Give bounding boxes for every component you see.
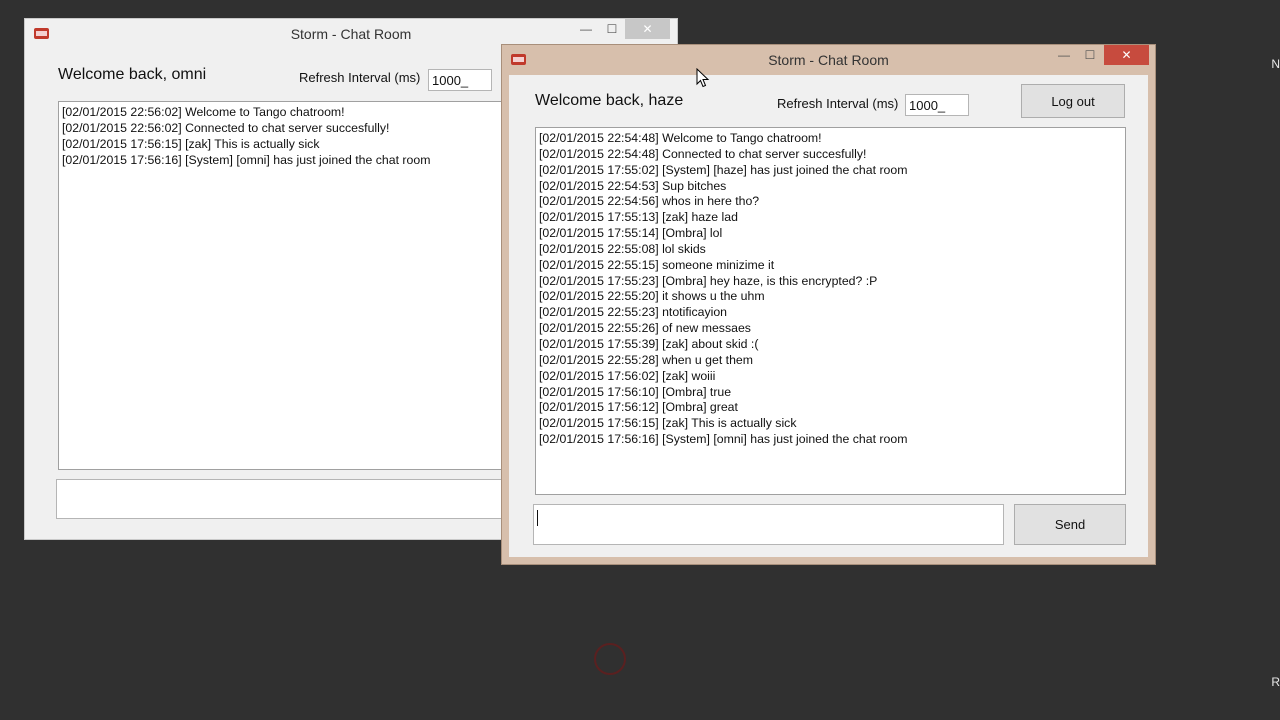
chat-window-haze[interactable]: Storm - Chat Room — ☐ ✕ Welcome back, ha… bbox=[501, 44, 1156, 565]
message-input[interactable] bbox=[533, 504, 1004, 545]
chat-message: [02/01/2015 22:54:53] Sup bitches bbox=[539, 178, 727, 193]
chat-message: [02/01/2015 17:56:16] [System] [omni] ha… bbox=[62, 152, 431, 167]
chat-log[interactable]: [02/01/2015 22:54:48] Welcome to Tango c… bbox=[535, 127, 1126, 495]
chat-message: [02/01/2015 22:56:02] Connected to chat … bbox=[62, 120, 390, 135]
chat-message: [02/01/2015 17:56:12] [Ombra] great bbox=[539, 400, 738, 415]
minimize-icon[interactable]: — bbox=[1051, 45, 1077, 65]
close-icon[interactable]: ✕ bbox=[1104, 45, 1149, 65]
refresh-interval-label: Refresh Interval (ms) bbox=[777, 96, 899, 111]
window-client-area: Welcome back, haze Refresh Interval (ms)… bbox=[509, 75, 1148, 557]
refresh-interval-input[interactable]: 1000_ bbox=[905, 94, 969, 116]
chat-message: [02/01/2015 22:54:48] Welcome to Tango c… bbox=[539, 131, 822, 145]
chat-message: [02/01/2015 22:54:48] Connected to chat … bbox=[539, 146, 867, 161]
chat-message: [02/01/2015 17:56:15] [zak] This is actu… bbox=[62, 136, 320, 151]
desktop: { "desktop": { "edge_label_top": "N", "e… bbox=[0, 0, 1280, 720]
maximize-icon[interactable]: ☐ bbox=[1077, 45, 1103, 65]
chat-message: [02/01/2015 22:55:15] someone minizime i… bbox=[539, 257, 775, 272]
chat-message: [02/01/2015 17:56:16] [System] [omni] ha… bbox=[539, 432, 908, 447]
chat-message: [02/01/2015 17:56:15] [zak] This is actu… bbox=[539, 416, 797, 431]
mouse-cursor-icon bbox=[696, 68, 710, 88]
chat-message: [02/01/2015 22:55:26] of new messaes bbox=[539, 321, 751, 336]
chat-message: [02/01/2015 17:56:10] [Ombra] true bbox=[539, 384, 732, 399]
chat-message: [02/01/2015 22:55:23] ntotificayion bbox=[539, 305, 728, 320]
chat-message: [02/01/2015 17:55:14] [Ombra] lol bbox=[539, 226, 723, 241]
maximize-icon[interactable]: ☐ bbox=[599, 19, 625, 39]
minimize-icon[interactable]: — bbox=[573, 19, 599, 39]
chat-message: [02/01/2015 17:55:23] [Ombra] hey haze, … bbox=[539, 273, 878, 288]
chat-message: [02/01/2015 22:55:28] when u get them bbox=[539, 352, 753, 367]
logout-button[interactable]: Log out bbox=[1021, 84, 1125, 118]
desktop-edge-label-bottom: R bbox=[1271, 675, 1280, 689]
message-input[interactable] bbox=[56, 479, 516, 519]
chat-message: [02/01/2015 22:54:56] whos in here tho? bbox=[539, 194, 760, 209]
welcome-text: Welcome back, omni bbox=[58, 66, 207, 83]
chat-message: [02/01/2015 17:55:02] [System] [haze] ha… bbox=[539, 162, 908, 177]
close-icon[interactable]: ✕ bbox=[625, 19, 670, 39]
chat-message: [02/01/2015 22:55:08] lol skids bbox=[539, 241, 706, 256]
chat-message: [02/01/2015 17:55:13] [zak] haze lad bbox=[539, 210, 738, 225]
title-bar[interactable]: Storm - Chat Room — ☐ ✕ bbox=[502, 45, 1155, 75]
chat-message: [02/01/2015 17:56:02] [zak] woiii bbox=[539, 368, 716, 383]
refresh-interval-input[interactable]: 1000_ bbox=[428, 69, 492, 91]
desktop-edge-label-top: N bbox=[1271, 57, 1280, 71]
chat-message: [02/01/2015 22:56:02] Welcome to Tango c… bbox=[62, 105, 345, 119]
refresh-interval-label: Refresh Interval (ms) bbox=[299, 70, 421, 85]
text-caret bbox=[537, 510, 538, 526]
chat-message: [02/01/2015 22:55:20] it shows u the uhm bbox=[539, 289, 765, 304]
send-button[interactable]: Send bbox=[1014, 504, 1126, 545]
chat-message: [02/01/2015 17:55:39] [zak] about skid :… bbox=[539, 336, 759, 351]
busy-spinner-icon bbox=[594, 643, 626, 675]
chat-log[interactable]: [02/01/2015 22:56:02] Welcome to Tango c… bbox=[58, 101, 518, 470]
welcome-text: Welcome back, haze bbox=[535, 92, 684, 109]
